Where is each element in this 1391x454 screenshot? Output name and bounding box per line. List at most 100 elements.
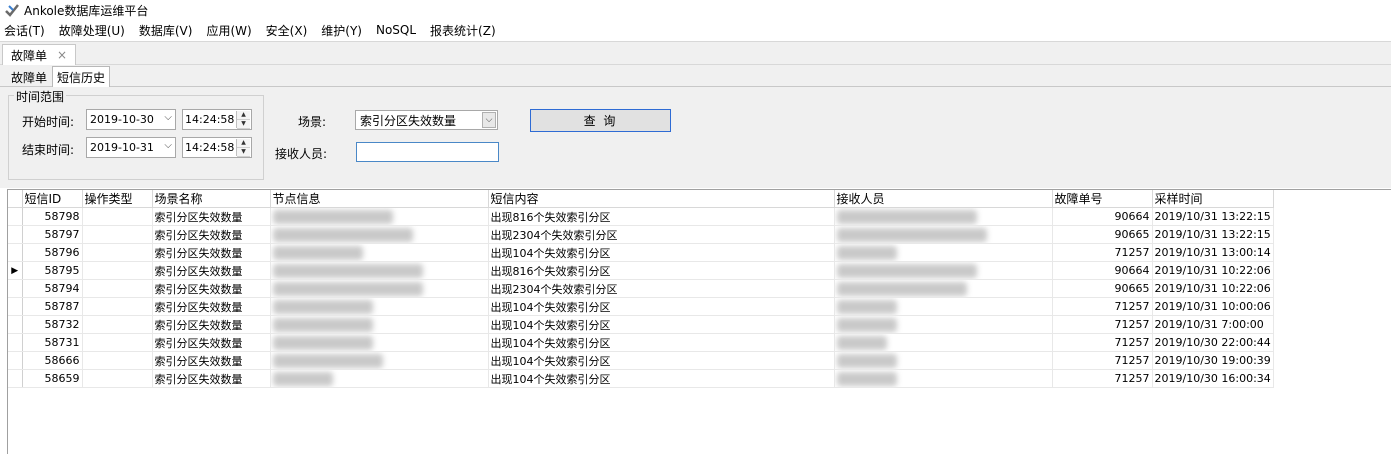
redacted-receiver <box>836 209 977 224</box>
spin-buttons[interactable]: ▲ ▼ <box>236 111 250 129</box>
cell-sms-id: 58731 <box>22 333 83 352</box>
cell-scene-name: 索引分区失效数量 <box>152 243 271 262</box>
redacted-node-info <box>272 209 393 224</box>
menu-application[interactable]: 应用(W) <box>206 22 251 39</box>
end-date-picker[interactable]: 2019-10-31 ⌵ <box>86 137 176 158</box>
row-selector[interactable] <box>8 243 23 262</box>
table-row[interactable]: 58798 索引分区失效数量 出现816个失效索引分区 90664 2019/10/31… <box>8 207 1274 226</box>
start-time-value: 14:24:58 <box>185 113 235 126</box>
row-selector[interactable] <box>8 351 23 370</box>
sms-history-grid[interactable]: 短信ID 操作类型 场景名称 节点信息 短信内容 接收人员 故障单号 采样时间 … <box>7 189 1391 454</box>
row-selector[interactable] <box>8 333 23 352</box>
cell-ticket-number: 71257 <box>1052 351 1153 370</box>
row-selector[interactable] <box>8 315 23 334</box>
row-selector[interactable] <box>8 207 23 226</box>
table-row[interactable]: ▶ 58795 索引分区失效数量 出现816个失效索引分区 90664 2019/10/3… <box>8 261 1274 280</box>
cell-receiver <box>834 261 1053 280</box>
menu-report-statistics[interactable]: 报表统计(Z) <box>430 22 496 39</box>
query-button[interactable]: 查 询 <box>530 109 671 132</box>
redacted-node-info <box>272 371 333 386</box>
cell-ticket-number: 71257 <box>1052 315 1153 334</box>
end-time-label: 结束时间: <box>22 143 75 157</box>
cell-scene-name: 索引分区失效数量 <box>152 297 271 316</box>
cell-sms-content: 出现104个失效索引分区 <box>488 369 835 388</box>
menu-database[interactable]: 数据库(V) <box>139 22 193 39</box>
cell-sms-id: 58732 <box>22 315 83 334</box>
table-row[interactable]: 58731 索引分区失效数量 出现104个失效索引分区 71257 2019/10/30… <box>8 333 1274 352</box>
cell-sms-id: 58796 <box>22 243 83 262</box>
cell-sms-content: 出现104个失效索引分区 <box>488 315 835 334</box>
cell-node-info <box>270 297 489 316</box>
menu-nosql[interactable]: NoSQL <box>376 23 416 37</box>
cell-sms-id: 58798 <box>22 207 83 226</box>
end-time-picker[interactable]: 14:24:58 ▲ ▼ <box>182 137 252 158</box>
redacted-node-info <box>272 317 373 332</box>
cell-sample-time: 2019/10/30 22:00:44 <box>1152 333 1274 352</box>
receiver-input[interactable] <box>356 142 499 162</box>
spin-up-icon[interactable]: ▲ <box>237 111 250 120</box>
column-header-sms-id[interactable]: 短信ID <box>22 190 83 208</box>
column-header-node-info[interactable]: 节点信息 <box>270 190 489 208</box>
table-row[interactable]: 58666 索引分区失效数量 出现104个失效索引分区 71257 2019/10/30… <box>8 351 1274 370</box>
cell-sample-time: 2019/10/31 10:00:06 <box>1152 297 1274 316</box>
table-row[interactable]: 58796 索引分区失效数量 出现104个失效索引分区 71257 2019/10/31… <box>8 243 1274 262</box>
spin-up-icon[interactable]: ▲ <box>237 139 250 148</box>
table-row[interactable]: 58659 索引分区失效数量 出现104个失效索引分区 71257 2019/10/30… <box>8 369 1274 388</box>
column-header-sms-content[interactable]: 短信内容 <box>488 190 835 208</box>
cell-sms-content: 出现2304个失效索引分区 <box>488 279 835 298</box>
tab-sms-history[interactable]: 短信历史 <box>52 66 111 88</box>
close-icon[interactable]: × <box>57 48 67 62</box>
start-date-picker[interactable]: 2019-10-30 ⌵ <box>86 109 176 130</box>
redacted-receiver <box>836 281 967 296</box>
cell-sms-content: 出现104个失效索引分区 <box>488 297 835 316</box>
spin-down-icon[interactable]: ▼ <box>237 148 250 157</box>
table-row[interactable]: 58732 索引分区失效数量 出现104个失效索引分区 71257 2019/10/31… <box>8 315 1274 334</box>
redacted-node-info <box>272 245 363 260</box>
cell-scene-name: 索引分区失效数量 <box>152 225 271 244</box>
table-row[interactable]: 58787 索引分区失效数量 出现104个失效索引分区 71257 2019/10/31… <box>8 297 1274 316</box>
chevron-down-icon[interactable]: ⌵ <box>164 140 172 151</box>
chevron-down-icon[interactable]: ⌵ <box>482 112 496 128</box>
cell-receiver <box>834 243 1053 262</box>
cell-scene-name: 索引分区失效数量 <box>152 351 271 370</box>
cell-ticket-number: 71257 <box>1052 243 1153 262</box>
table-row[interactable]: 58794 索引分区失效数量 出现2304个失效索引分区 90665 2019/10/3… <box>8 279 1274 298</box>
cell-node-info <box>270 369 489 388</box>
spin-down-icon[interactable]: ▼ <box>237 120 250 129</box>
start-time-picker[interactable]: 14:24:58 ▲ ▼ <box>182 109 252 130</box>
menu-security[interactable]: 安全(X) <box>266 22 308 39</box>
cell-scene-name: 索引分区失效数量 <box>152 207 271 226</box>
end-time-value: 14:24:58 <box>185 141 235 154</box>
row-selector[interactable] <box>8 297 23 316</box>
chevron-down-icon[interactable]: ⌵ <box>164 112 172 123</box>
redacted-receiver <box>836 245 897 260</box>
cell-receiver <box>834 315 1053 334</box>
redacted-receiver <box>836 227 987 242</box>
menu-fault-handling[interactable]: 故障处理(U) <box>59 22 125 39</box>
cell-receiver <box>834 297 1053 316</box>
menu-session[interactable]: 会话(T) <box>4 22 45 39</box>
column-header-operation-type[interactable]: 操作类型 <box>82 190 153 208</box>
cell-sms-id: 58797 <box>22 225 83 244</box>
cell-sms-id: 58794 <box>22 279 83 298</box>
document-tab-label: 故障单 <box>11 48 48 63</box>
column-header-sample-time[interactable]: 采样时间 <box>1152 190 1274 208</box>
menu-maintenance[interactable]: 维护(Y) <box>321 22 362 39</box>
column-header-receiver[interactable]: 接收人员 <box>834 190 1053 208</box>
scene-select-value: 索引分区失效数量 <box>360 113 457 128</box>
cell-ticket-number: 71257 <box>1052 297 1153 316</box>
spin-buttons[interactable]: ▲ ▼ <box>236 139 250 157</box>
row-selector[interactable] <box>8 279 23 298</box>
scene-select[interactable]: 索引分区失效数量 ⌵ <box>355 110 498 130</box>
column-header-ticket-number[interactable]: 故障单号 <box>1052 190 1153 208</box>
column-header-scene-name[interactable]: 场景名称 <box>152 190 271 208</box>
app-logo-icon <box>5 4 19 17</box>
cell-sms-content: 出现816个失效索引分区 <box>488 261 835 280</box>
row-selector[interactable] <box>8 369 23 388</box>
row-selector[interactable]: ▶ <box>8 261 23 280</box>
table-row[interactable]: 58797 索引分区失效数量 出现2304个失效索引分区 90665 2019/10/3… <box>8 225 1274 244</box>
cell-receiver <box>834 225 1053 244</box>
document-tab-fault-ticket[interactable]: 故障单 × <box>2 44 77 65</box>
row-selector[interactable] <box>8 225 23 244</box>
tab-fault-ticket[interactable]: 故障单 <box>6 67 52 87</box>
